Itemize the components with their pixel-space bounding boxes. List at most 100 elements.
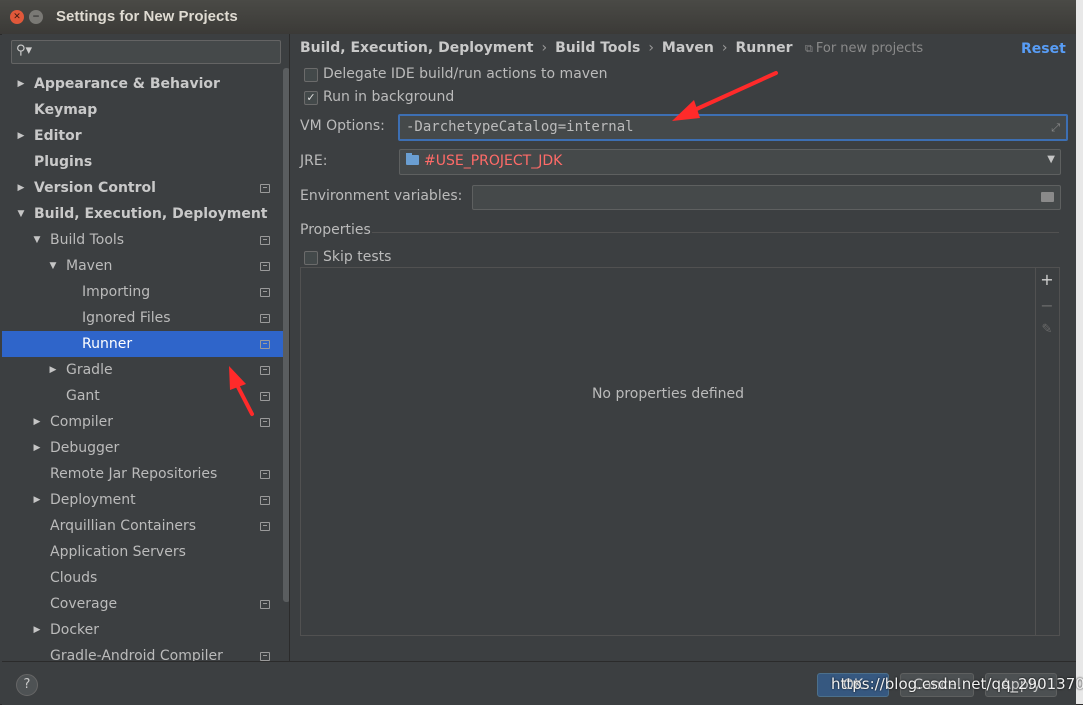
sidebar-item[interactable]: ▶ Gradle [2,357,289,383]
jre-value: #USE_PROJECT_JDK [424,153,563,169]
sidebar-item[interactable]: Ignored Files [2,305,289,331]
window-title: Settings for New Projects [56,8,238,25]
vm-options-label: VM Options: [300,118,385,134]
sidebar-item[interactable]: Arquillian Containers [2,513,289,539]
sidebar-item[interactable]: ▶ Version Control [2,175,289,201]
sidebar-item-label: Build Tools [50,232,125,248]
scope-note: ⧉ For new projects [805,41,923,56]
collapse-arrow-icon[interactable]: ▼ [31,227,43,253]
collapse-arrow-icon[interactable]: ▼ [15,201,27,227]
sidebar-item-label: Gradle [66,362,113,378]
delegate-checkbox[interactable] [304,68,318,82]
vm-options-input[interactable]: -DarchetypeCatalog=internal ⤢ [398,114,1068,141]
expand-arrow-icon[interactable]: ▶ [15,175,27,201]
reset-link[interactable]: Reset [1021,41,1066,57]
sidebar-item-label: Gradle-Android Compiler [50,648,223,661]
minimize-window-button[interactable]: − [29,10,43,24]
breadcrumb-item: Runner [735,40,793,56]
add-icon[interactable]: + [1035,270,1059,289]
expand-arrow-icon[interactable]: ▶ [31,487,43,513]
vm-options-value[interactable]: -DarchetypeCatalog=internal [406,119,634,135]
sidebar-item[interactable]: ▼ Build, Execution, Deployment [2,201,289,227]
project-scope-icon [260,600,270,609]
search-box[interactable]: ⚲▾ [11,40,281,64]
sidebar-item-label: Application Servers [50,544,186,560]
expand-arrow-icon[interactable]: ▶ [31,617,43,643]
sidebar-item[interactable]: Remote Jar Repositories [2,461,289,487]
jre-label: JRE: [300,153,328,169]
sidebar-item-label: Remote Jar Repositories [50,466,218,482]
search-icon[interactable]: ⚲▾ [16,43,32,58]
expand-arrow-icon[interactable]: ▶ [15,71,27,97]
scope-note-label: For new projects [815,41,924,56]
breadcrumb-separator: › [648,40,654,56]
sidebar-item-label: Plugins [34,154,93,170]
browse-folder-icon[interactable] [1041,192,1054,202]
env-vars-label: Environment variables: [300,188,463,204]
sidebar-item[interactable]: Plugins [2,149,289,175]
sidebar-item[interactable]: ▶ Docker [2,617,289,643]
project-scope-icon [260,288,270,297]
sidebar-item-label: Coverage [50,596,118,612]
breadcrumb-separator: › [541,40,548,56]
sidebar-item[interactable]: ▶ Appearance & Behavior [2,71,289,97]
run-in-background-label[interactable]: Run in background [323,89,454,105]
project-scope-icon [260,262,270,271]
project-scope-icon [260,314,270,323]
runner-settings-panel: Build, Execution, Deployment › Build Tools… [290,34,1076,661]
project-scope-icon [260,366,270,375]
sidebar-item-label: Arquillian Containers [50,518,197,534]
sidebar-item-label: Compiler [50,414,114,430]
sidebar-item[interactable]: ▶ Debugger [2,435,289,461]
sidebar-item-label: Ignored Files [82,310,171,326]
project-scope-icon: ⧉ [805,42,813,55]
jre-select[interactable]: #USE_PROJECT_JDK ▼ [399,149,1061,175]
sidebar-item[interactable]: Runner [2,331,289,357]
sidebar-item[interactable]: Clouds [2,565,289,591]
breadcrumb-item: Build Tools [555,40,641,56]
sidebar-item[interactable]: ▼ Maven [2,253,289,279]
sidebar-item[interactable]: Importing [2,279,289,305]
sidebar-item[interactable]: Gradle-Android Compiler [2,643,289,661]
close-window-button[interactable]: ✕ [10,10,24,24]
search-input[interactable] [38,43,278,61]
env-vars-input[interactable] [472,185,1061,210]
project-scope-icon [260,236,270,245]
sidebar-item[interactable]: Coverage [2,591,289,617]
help-button[interactable]: ? [16,674,38,696]
remove-icon[interactable]: − [1035,296,1059,315]
properties-title: Properties [300,222,371,238]
sidebar-item-label: Version Control [34,180,156,196]
skip-tests-label[interactable]: Skip tests [323,249,391,265]
collapse-arrow-icon[interactable]: ▼ [47,253,59,279]
sidebar-item[interactable]: Application Servers [2,539,289,565]
expand-arrow-icon[interactable]: ▶ [15,123,27,149]
edit-pencil-icon[interactable]: ✎ [1035,322,1059,337]
sidebar-item-label: Importing [82,284,151,300]
sidebar-item[interactable]: ▶ Editor [2,123,289,149]
run-in-background-checkbox[interactable]: ✓ [304,91,318,105]
sidebar-item-label: Gant [66,388,100,404]
expand-icon[interactable]: ⤢ [1051,116,1060,139]
project-scope-icon [260,652,270,661]
sidebar-item[interactable]: ▶ Deployment [2,487,289,513]
chevron-down-icon[interactable]: ▼ [1047,154,1055,165]
project-scope-icon [260,184,270,193]
title-bar: ✕ − Settings for New Projects [0,0,1076,35]
sidebar-item[interactable]: ▶ Compiler [2,409,289,435]
background-window-edge [1076,0,1083,704]
properties-table[interactable]: No properties defined [300,267,1036,636]
sidebar-item[interactable]: ▼ Build Tools [2,227,289,253]
sidebar-scrollbar[interactable] [283,68,289,602]
sidebar-item[interactable]: Gant [2,383,289,409]
sidebar-item[interactable]: Keymap [2,97,289,123]
expand-arrow-icon[interactable]: ▶ [31,435,43,461]
expand-arrow-icon[interactable]: ▶ [31,409,43,435]
expand-arrow-icon[interactable]: ▶ [47,357,59,383]
sidebar-item-label: Debugger [50,440,120,456]
skip-tests-checkbox[interactable] [304,251,318,265]
project-scope-icon [260,418,270,427]
sidebar-item-label: Editor [34,128,82,144]
watermark: https://blog.csdn.net/qq_29013701 [831,675,1083,693]
delegate-label[interactable]: Delegate IDE build/run actions to maven [323,66,608,82]
